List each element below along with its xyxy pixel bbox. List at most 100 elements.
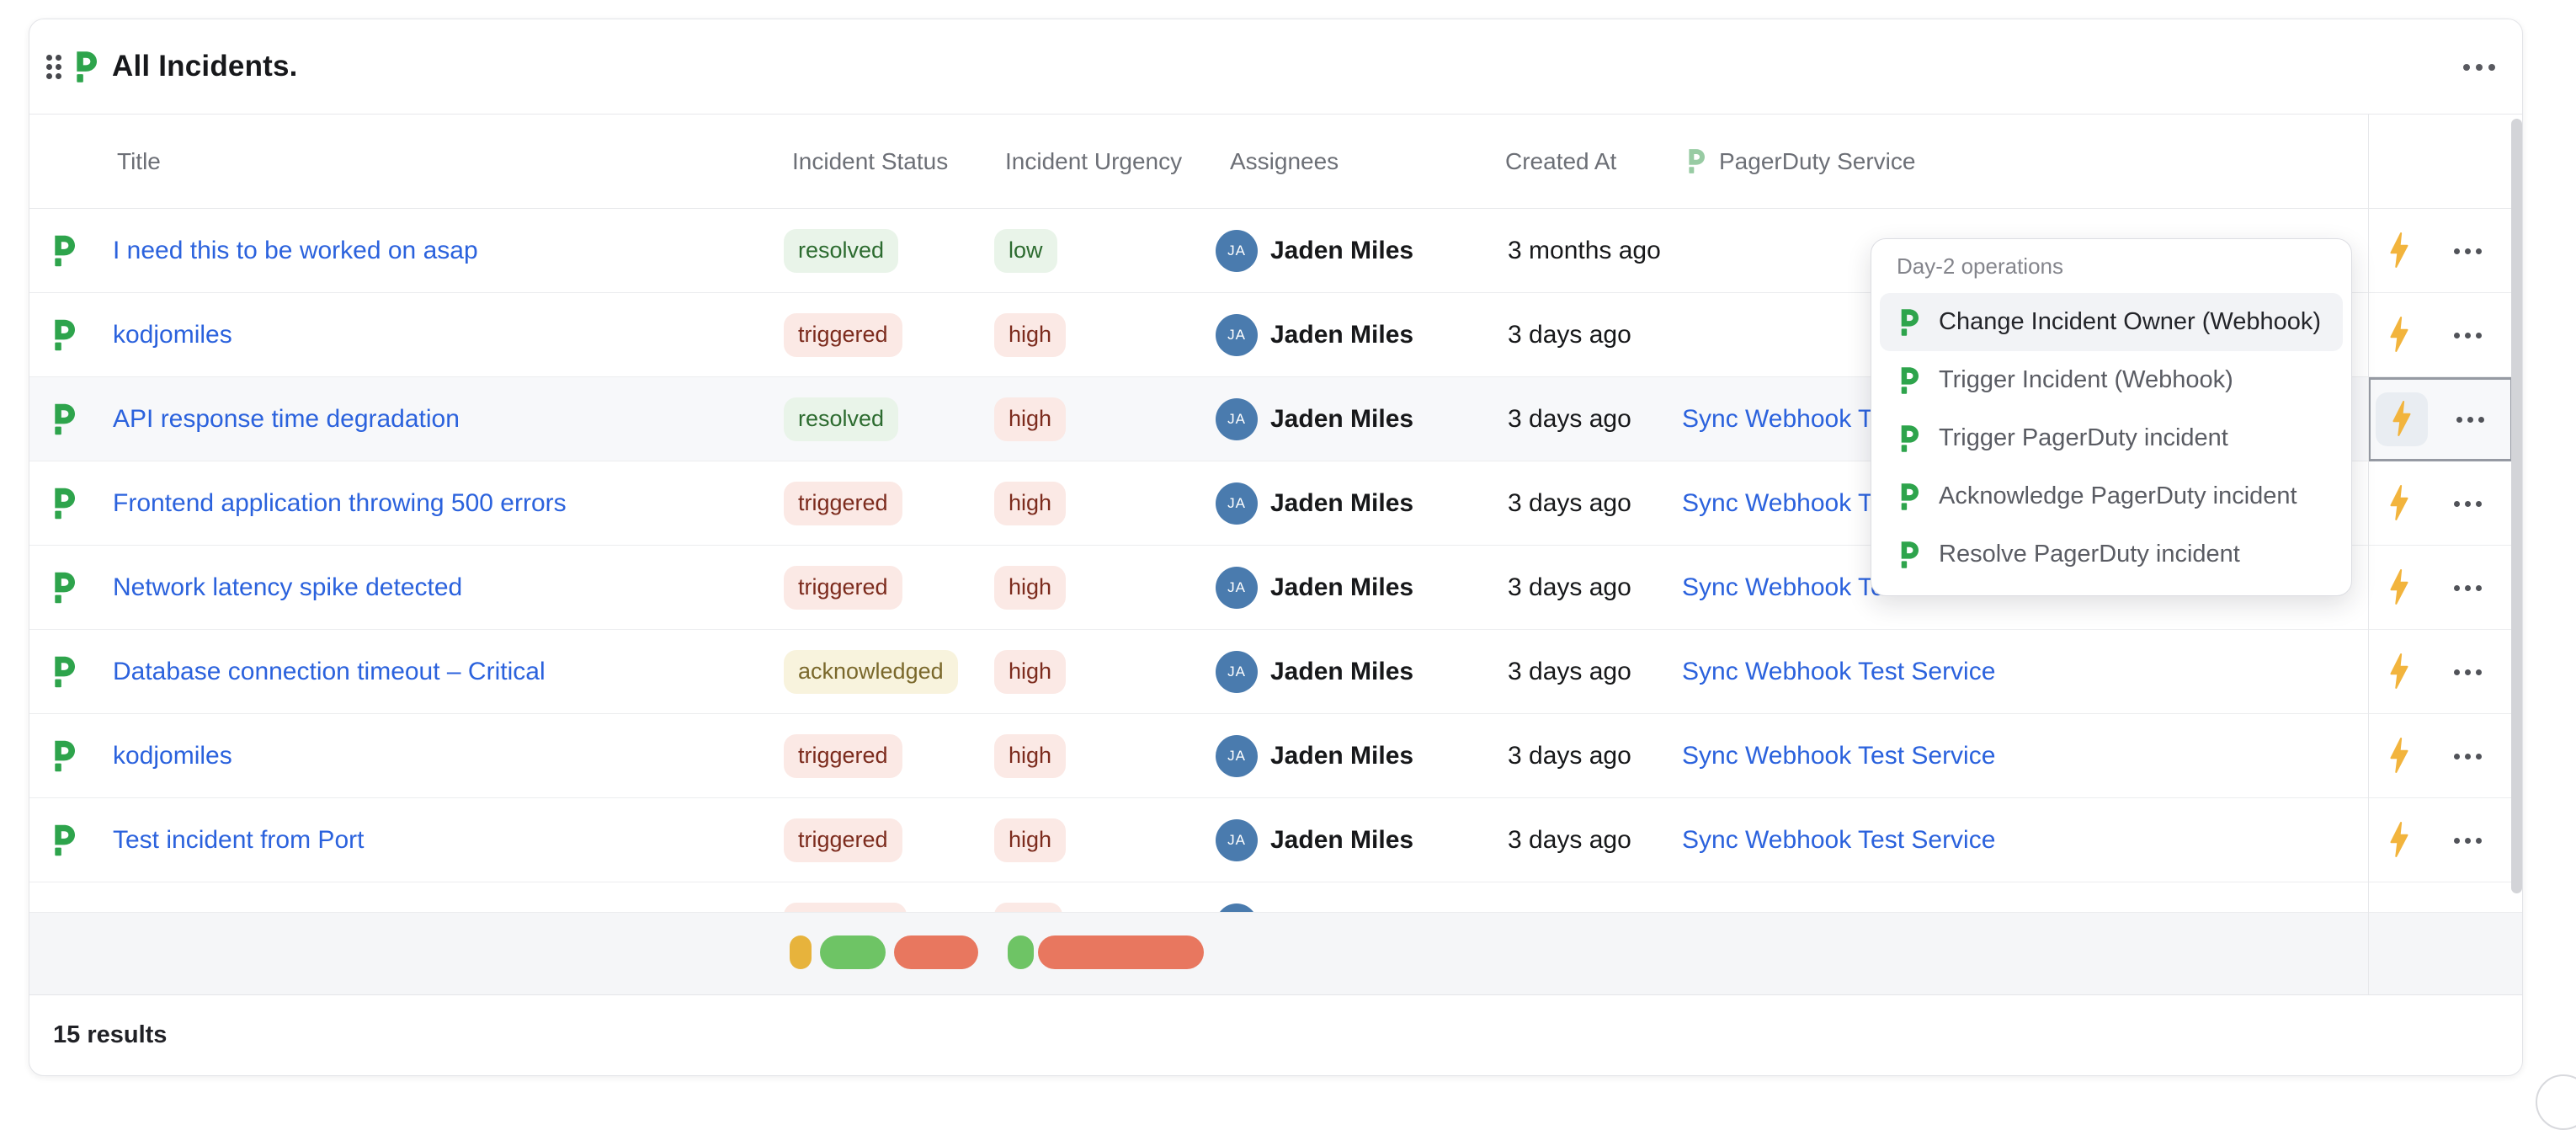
loading-pill <box>894 935 978 969</box>
dropdown-menu-item[interactable]: Trigger Incident (Webhook) <box>1880 351 2343 409</box>
column-header-title[interactable]: Title <box>117 115 161 208</box>
column-header-incident-status[interactable]: Incident Status <box>792 115 948 208</box>
widget-header: All Incidents. <box>29 19 2522 115</box>
loading-pill <box>1038 935 1204 969</box>
incident-title-link[interactable]: kodjomiles <box>113 742 232 770</box>
row-menu-button[interactable] <box>2444 231 2491 271</box>
pagerduty-icon <box>51 235 75 266</box>
assignee-avatar: JA <box>1216 567 1258 609</box>
assignee-avatar: JA <box>1216 314 1258 356</box>
ellipsis-icon <box>2454 333 2460 338</box>
row-actions-cell <box>2368 293 2513 377</box>
dropdown-menu-item[interactable]: Acknowledge PagerDuty incident <box>1880 467 2343 525</box>
lightning-icon <box>2390 232 2408 270</box>
dropdown-section-label: Day-2 operations <box>1871 239 2351 293</box>
incident-urgency-badge: high <box>994 397 1066 441</box>
run-action-button[interactable] <box>2373 561 2425 615</box>
assignee-name: Jaden Miles <box>1270 826 1413 855</box>
incident-title-link[interactable]: Network latency spike detected <box>113 573 462 602</box>
pagerduty-service-link[interactable]: Sync Webhook Test Service <box>1682 826 1995 855</box>
row-actions-cell <box>2368 377 2513 461</box>
ellipsis-icon <box>2454 838 2460 844</box>
row-actions-cell <box>2368 546 2513 630</box>
assignee-avatar: JA <box>1216 819 1258 861</box>
dropdown-menu-item[interactable]: Change Incident Owner (Webhook) <box>1880 293 2343 351</box>
lightning-icon <box>2390 738 2408 776</box>
run-action-button[interactable] <box>2373 477 2425 530</box>
floating-button-peek[interactable] <box>2536 1074 2576 1130</box>
ellipsis-icon <box>2454 248 2460 254</box>
incident-title-link[interactable]: API response time degradation <box>113 405 460 434</box>
row-actions-cell <box>2368 798 2513 882</box>
dropdown-menu-item[interactable]: Resolve PagerDuty incident <box>1880 525 2343 584</box>
incident-title-link[interactable]: Database connection timeout – Critical <box>113 658 546 686</box>
incident-title-link[interactable]: I need this to be worked on asap <box>113 237 478 265</box>
day2-operations-dropdown: Day-2 operations Change Incident Owner (… <box>1871 238 2352 596</box>
column-header-incident-urgency[interactable]: Incident Urgency <box>1005 115 1182 208</box>
lightning-icon <box>2390 569 2408 607</box>
incident-title-link[interactable]: kodjomiles <box>113 321 232 349</box>
column-header-assignees[interactable]: Assignees <box>1230 115 1339 208</box>
assignee-name: Jaden Miles <box>1270 658 1413 686</box>
avatar-initials: JA <box>1227 327 1246 344</box>
table-row: Test incident from Port triggered high J… <box>29 798 2522 882</box>
incident-urgency-badge: high <box>994 566 1066 610</box>
dropdown-menu-item[interactable]: Trigger PagerDuty incident <box>1880 409 2343 467</box>
avatar-initials: JA <box>1227 832 1246 849</box>
row-actions-cell <box>2368 714 2513 798</box>
table-header: Title Incident Status Incident Urgency A… <box>29 115 2522 209</box>
lightning-icon <box>2390 653 2408 691</box>
table-row: kodjomiles triggered high JA Jaden Miles… <box>29 714 2522 798</box>
row-menu-button[interactable] <box>2446 399 2494 440</box>
run-action-button[interactable] <box>2373 645 2425 699</box>
column-header-created-at[interactable]: Created At <box>1505 115 1616 208</box>
incident-urgency-badge: high <box>994 734 1066 778</box>
assignee-name: Jaden Miles <box>1270 405 1413 434</box>
table-row: Database connection timeout – Critical a… <box>29 630 2522 714</box>
widget-menu-button[interactable] <box>2457 50 2501 85</box>
column-header-label: PagerDuty Service <box>1719 148 1915 175</box>
row-menu-button[interactable] <box>2444 568 2491 608</box>
row-menu-button[interactable] <box>2444 652 2491 692</box>
column-header-pagerduty-service[interactable]: PagerDuty Service <box>1686 115 1915 208</box>
pagerduty-icon <box>51 403 75 434</box>
run-action-button[interactable] <box>2373 224 2425 278</box>
pagerduty-icon <box>1686 149 1705 173</box>
created-at-value: 3 days ago <box>1508 489 1631 518</box>
dropdown-item-label: Change Incident Owner (Webhook) <box>1939 308 2321 336</box>
avatar-initials: JA <box>1227 579 1246 596</box>
lightning-icon <box>2390 317 2408 354</box>
ellipsis-icon <box>2454 501 2460 507</box>
created-at-value: 3 days ago <box>1508 573 1631 602</box>
pagerduty-service-link[interactable]: Sync Webhook Test Service <box>1682 658 1995 686</box>
created-at-value: 3 months ago <box>1508 237 1661 265</box>
pagerduty-icon <box>1898 425 1919 452</box>
run-action-button[interactable] <box>2376 392 2428 446</box>
row-menu-button[interactable] <box>2444 820 2491 861</box>
dropdown-item-label: Trigger Incident (Webhook) <box>1939 366 2233 394</box>
row-menu-button[interactable] <box>2444 483 2491 524</box>
pagerduty-icon <box>1898 483 1919 510</box>
drag-handle-icon[interactable] <box>41 50 67 83</box>
ellipsis-icon <box>2454 585 2460 591</box>
row-actions-cell <box>2368 209 2513 293</box>
run-action-button[interactable] <box>2373 308 2425 362</box>
incident-title-link[interactable]: Frontend application throwing 500 errors <box>113 489 567 518</box>
dropdown-item-label: Trigger PagerDuty incident <box>1939 424 2228 452</box>
incident-status-badge: triggered <box>784 482 902 525</box>
incident-title-link[interactable]: Test incident from Port <box>113 826 364 855</box>
pagerduty-service-link[interactable]: Sync Webhook Test Service <box>1682 742 1995 770</box>
avatar-initials: JA <box>1227 243 1246 259</box>
avatar-initials: JA <box>1227 495 1246 512</box>
run-action-button[interactable] <box>2373 729 2425 783</box>
vertical-scrollbar[interactable] <box>2511 119 2522 893</box>
incident-urgency-badge: high <box>994 818 1066 862</box>
row-menu-button[interactable] <box>2444 315 2491 355</box>
assignee-name: Jaden Miles <box>1270 237 1413 265</box>
pagerduty-icon <box>51 319 75 350</box>
row-menu-button[interactable] <box>2444 736 2491 776</box>
ellipsis-icon <box>2463 64 2470 71</box>
run-action-button[interactable] <box>2373 813 2425 867</box>
pagerduty-icon <box>51 572 75 603</box>
avatar-initials: JA <box>1227 748 1246 765</box>
